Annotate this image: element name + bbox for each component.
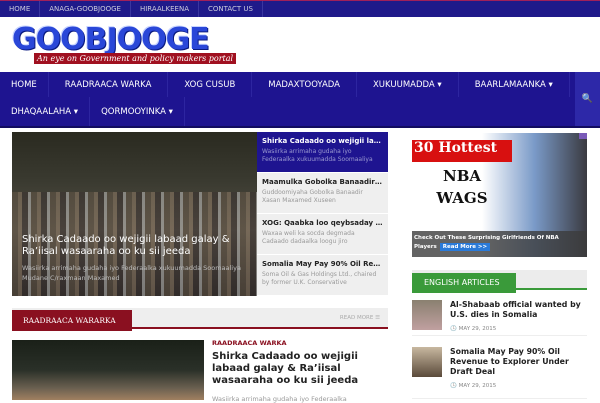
side-item-title: Somalia May Pay 90% Oil Reve...	[262, 260, 383, 268]
section-header: RAADRAACA WARARKA READ MORE ☰	[12, 308, 388, 331]
nav-dhaqaalaha[interactable]: DHAQAALAHA ▾	[0, 97, 91, 126]
search-button[interactable]: 🔍	[575, 72, 600, 126]
article-thumbnail[interactable]	[412, 300, 442, 330]
english-articles-title: ENGLISH ARTICLES	[412, 273, 516, 293]
article-thumbnail[interactable]	[412, 347, 442, 377]
side-item[interactable]: XOG: Qaabka loo qeybsaday er... Waxaa wel…	[257, 214, 388, 255]
article-date: 🕒 MAY 29, 2015	[450, 326, 497, 332]
article-date: 🕒 MAY 29, 2015	[450, 383, 497, 389]
ad-read-more-button[interactable]: Read More >>	[439, 243, 491, 251]
article-title[interactable]: Al-Shabaab official wanted by U.S. dies …	[450, 300, 587, 320]
side-item-excerpt: Wasiirka arrimaha gudaha iyo Federaalka …	[262, 148, 373, 163]
search-icon: 🔍	[581, 94, 594, 104]
side-item-title: XOG: Qaabka loo qeybsaday er...	[262, 219, 383, 227]
slider-side-list: Shirka Cadaado oo wejigii labaad galay &…	[257, 132, 388, 296]
nav-raadraaca-warka[interactable]: RAADRAACA WARKA	[49, 72, 169, 97]
featured-slider[interactable]: Shirka Cadaado oo wejigii labaad galay &…	[12, 132, 257, 296]
side-item[interactable]: Shirka Cadaado oo wejigii labaad galay &…	[257, 132, 388, 173]
side-item-title: Maamulka Gobolka Banaadir oo...	[262, 178, 383, 186]
english-article[interactable]: Al-Shabaab official wanted by U.S. dies …	[412, 300, 587, 336]
nav-baarlamaanka[interactable]: BAARLAMAANKA ▾	[459, 72, 570, 97]
article-title[interactable]: Somalia May Pay 90% Oil Revenue to Explo…	[450, 347, 587, 377]
side-item[interactable]: Maamulka Gobolka Banaadir oo... Guddoomiy…	[257, 173, 388, 214]
site-logo[interactable]: GOOBJOOGE An eye on Government and polic…	[12, 22, 237, 66]
english-articles-header: ENGLISH ARTICLES	[412, 270, 587, 293]
ad-sub: NBA WAGS	[436, 167, 488, 207]
top-link-hiraalkeena[interactable]: HIRAALKEENA	[131, 1, 200, 17]
nav-xukuumadda[interactable]: XUKUUMADDA ▾	[357, 72, 459, 97]
section-title: RAADRAACA WARARKA	[12, 310, 132, 331]
logo-tagline: An eye on Government and policy makers p…	[34, 53, 237, 64]
ad-headline: 30 Hottest	[412, 140, 512, 162]
ad-choices-icon[interactable]	[579, 133, 587, 139]
logo-wordmark: GOOBJOOGE	[12, 22, 210, 57]
side-item-excerpt: Soma Oil & Gas Holdings Ltd., chaired by…	[262, 271, 377, 286]
side-item-excerpt: Waxaa weli ka socda degmada Cadaado dada…	[262, 230, 355, 245]
nav-qormooyinka[interactable]: QORMOOYINKA ▾	[90, 97, 185, 126]
article-excerpt: Wasiirka arrimaha gudaha iyo Federaalka	[212, 395, 347, 403]
nav-madaxtooyada[interactable]: MADAXTOOYADA	[252, 72, 357, 97]
side-item-excerpt: Guddoomiyaha Gobolka Banaadir Xasan Maxa…	[262, 189, 363, 204]
top-link-contact[interactable]: CONTACT US	[199, 1, 264, 17]
english-article[interactable]: Somalia May Pay 90% Oil Revenue to Explo…	[412, 347, 587, 399]
top-bar: HOME ANAGA-GOOBJOOGE HIRAALKEENA CONTACT…	[0, 0, 600, 17]
side-item[interactable]: Somalia May Pay 90% Oil Reve... Soma Oil …	[257, 255, 388, 296]
article-title[interactable]: Shirka Cadaado oo wejigii labaad galay &…	[212, 351, 388, 387]
advertisement[interactable]: 30 Hottest NBA WAGS Check Out These Surp…	[412, 133, 587, 257]
article-category[interactable]: RAADRAACA WARKA	[212, 339, 287, 347]
main-nav: HOME RAADRAACA WARKA XOG CUSUB MADAXTOOY…	[0, 72, 600, 128]
top-link-anaga[interactable]: ANAGA-GOOBJOOGE	[40, 1, 131, 17]
slider-title[interactable]: Shirka Cadaado oo wejigii labaad galay &…	[22, 234, 252, 258]
slider-excerpt: Wasiirka arrimaha gudaha iyo Federaalka …	[22, 264, 241, 282]
nav-home[interactable]: HOME	[0, 72, 49, 97]
side-item-title: Shirka Cadaado oo wejigii labaad galay &…	[262, 137, 383, 145]
read-more-link[interactable]: READ MORE ☰	[340, 315, 380, 321]
top-link-home[interactable]: HOME	[0, 1, 41, 17]
nav-xog-cusub[interactable]: XOG CUSUB	[168, 72, 253, 97]
article-image[interactable]	[12, 340, 204, 400]
